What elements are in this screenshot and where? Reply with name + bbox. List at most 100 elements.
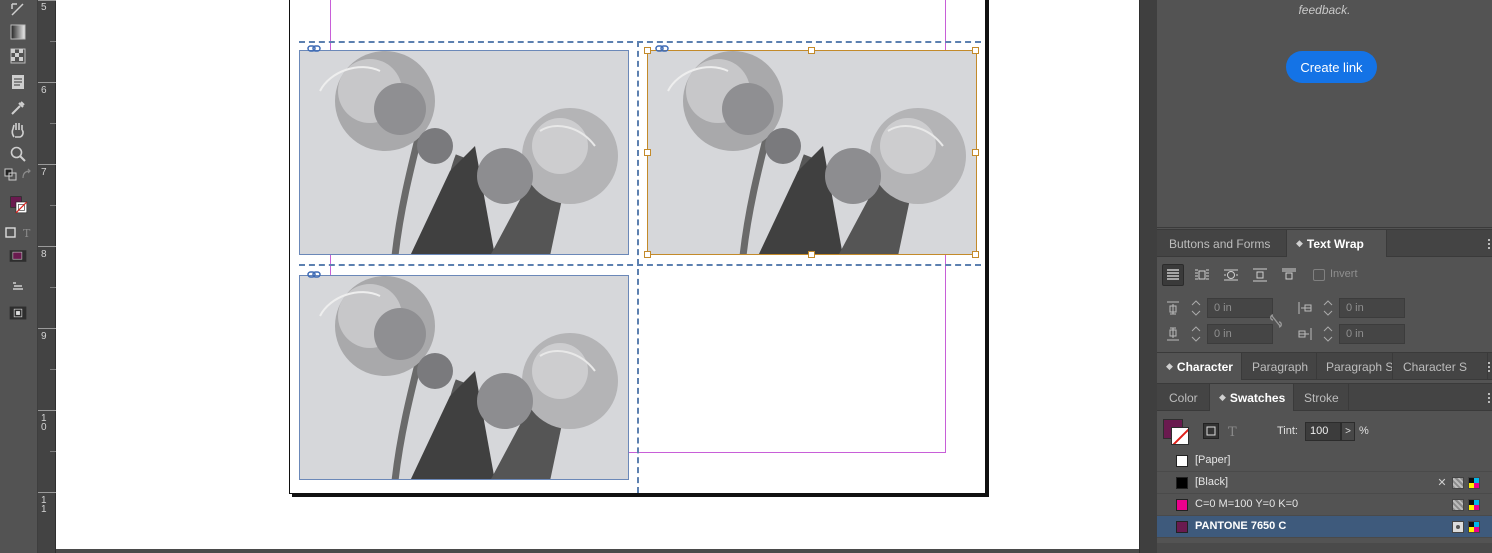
view-mode-icon[interactable]	[8, 276, 28, 296]
tab-paragraph[interactable]: Paragraph	[1242, 353, 1317, 380]
selection-handle[interactable]	[808, 251, 815, 258]
tint-input[interactable]: 100	[1305, 422, 1341, 441]
selection-handle[interactable]	[644, 47, 651, 54]
top-offset-icon	[1167, 301, 1179, 315]
link-chain-icon[interactable]	[307, 44, 321, 54]
grid-guide-horizontal	[299, 41, 981, 43]
top-offset-field[interactable]: 0 in	[1207, 298, 1273, 318]
jump-object-button[interactable]	[1249, 264, 1271, 286]
link-chain-icon[interactable]	[307, 270, 321, 280]
tab-buttons-and-forms[interactable]: Buttons and Forms	[1157, 230, 1287, 257]
horizontal-scrollbar[interactable]	[56, 549, 1139, 553]
tint-label: Tint:	[1277, 425, 1298, 437]
default-colors-icon[interactable]	[4, 168, 18, 182]
swatch-name: [Paper]	[1195, 454, 1231, 466]
stepper-icon[interactable]	[1321, 298, 1335, 318]
formatting-container-icon[interactable]	[4, 226, 18, 240]
frame-tool-icon[interactable]	[8, 0, 28, 20]
wrap-object-shape-button[interactable]	[1220, 264, 1242, 286]
fill-stroke-proxy[interactable]	[4, 190, 34, 220]
selection-handle[interactable]	[972, 47, 979, 54]
tab-paragraph-styles[interactable]: Paragraph S	[1317, 353, 1393, 380]
image-frame-bottom-left[interactable]	[299, 275, 629, 480]
tab-swatches[interactable]: ◆ Swatches	[1210, 384, 1294, 411]
tab-label: Swatches	[1229, 390, 1286, 405]
panel-menu-icon[interactable]	[1488, 362, 1490, 372]
swap-colors-icon[interactable]	[20, 168, 34, 182]
indesign-window: T 5 6 7 8 9 1 0 1 1 feedback. Create lin…	[0, 0, 1492, 553]
swatch-chip	[1176, 521, 1188, 533]
process-color-icon	[1452, 499, 1464, 511]
stepper-icon[interactable]	[1321, 324, 1335, 344]
grid-guide-horizontal	[299, 264, 981, 266]
zoom-tool-icon[interactable]	[8, 144, 28, 164]
invert-checkbox[interactable]	[1313, 269, 1325, 281]
stroke-swatch[interactable]	[1171, 427, 1189, 445]
swatch-row-paper[interactable]: [Paper]	[1157, 450, 1492, 472]
text-format-icon[interactable]: T	[1225, 423, 1241, 439]
unlink-chain-icon[interactable]	[1269, 313, 1283, 329]
swatch-chip	[1176, 499, 1188, 511]
invert-label: Invert	[1330, 268, 1358, 280]
bottom-offset-row: 0 in	[1165, 323, 1275, 345]
apply-color-button[interactable]	[4, 246, 32, 266]
gradient-feather-tool-icon[interactable]	[8, 46, 28, 66]
swatch-type-icons	[1452, 499, 1480, 511]
right-panels: feedback. Create link Buttons and Forms …	[1157, 0, 1492, 553]
swatch-name: [Black]	[1195, 476, 1229, 488]
no-wrap-icon	[1167, 269, 1179, 280]
image-frame-top-right[interactable]	[647, 50, 977, 255]
selection-handle[interactable]	[972, 149, 979, 156]
swatch-row-black[interactable]: [Black] ✕	[1157, 472, 1492, 494]
image-frame-top-left[interactable]	[299, 50, 629, 255]
left-offset-field[interactable]: 0 in	[1339, 298, 1405, 318]
bottom-offset-field[interactable]: 0 in	[1207, 324, 1273, 344]
tab-character-styles[interactable]: Character S	[1393, 353, 1488, 380]
eyedropper-tool-icon[interactable]	[8, 98, 28, 118]
left-offset-icon	[1298, 302, 1312, 314]
jump-column-icon	[1282, 268, 1296, 280]
tint-unit: %	[1359, 425, 1369, 437]
selection-handle[interactable]	[972, 251, 979, 258]
gradient-swatch-tool-icon[interactable]	[8, 22, 28, 42]
selection-handle[interactable]	[808, 47, 815, 54]
tab-stroke[interactable]: Stroke	[1294, 384, 1349, 411]
stepper-icon[interactable]	[1189, 298, 1203, 318]
container-format-icon[interactable]	[1203, 423, 1219, 439]
screen-mode-button[interactable]	[4, 302, 32, 324]
ruler-tick	[38, 410, 56, 411]
tint-slider-toggle[interactable]: >	[1341, 422, 1355, 441]
no-wrap-button[interactable]	[1162, 264, 1184, 286]
jump-to-next-column-button[interactable]	[1278, 264, 1300, 286]
right-offset-field[interactable]: 0 in	[1339, 324, 1405, 344]
formatting-text-icon[interactable]: T	[20, 226, 34, 240]
hand-tool-icon[interactable]	[8, 120, 28, 140]
bottom-offset-icon	[1167, 327, 1179, 341]
tab-character[interactable]: ◆ Character	[1157, 353, 1242, 380]
swatch-row-pantone-7650c[interactable]: PANTONE 7650 C	[1157, 516, 1492, 538]
tabbar-character-paragraph: ◆ Character Paragraph Paragraph S Charact…	[1157, 352, 1492, 380]
tab-color[interactable]: Color	[1157, 384, 1210, 411]
vertical-ruler[interactable]: 5 6 7 8 9 1 0 1 1	[38, 0, 56, 553]
swatch-row-magenta[interactable]: C=0 M=100 Y=0 K=0	[1157, 494, 1492, 516]
vertical-scrollbar[interactable]	[1139, 0, 1157, 553]
panel-menu-icon[interactable]	[1488, 239, 1490, 249]
wrap-bounding-box-button[interactable]	[1191, 264, 1213, 286]
swatches-panel-footer	[1157, 543, 1492, 553]
selection-handle[interactable]	[644, 149, 651, 156]
stepper-icon[interactable]	[1189, 324, 1203, 344]
create-link-button[interactable]: Create link	[1286, 51, 1377, 83]
process-color-icon	[1452, 477, 1464, 489]
jump-object-icon	[1253, 268, 1267, 282]
swatch-name: C=0 M=100 Y=0 K=0	[1195, 498, 1299, 510]
pasteboard[interactable]	[56, 0, 1139, 549]
link-chain-icon[interactable]	[655, 44, 669, 54]
tulip-image	[300, 51, 628, 254]
document-page[interactable]	[289, 0, 986, 494]
selection-handle[interactable]	[644, 251, 651, 258]
chevron-updown-icon: ◆	[1219, 392, 1226, 402]
panel-menu-icon[interactable]	[1488, 393, 1490, 403]
tab-text-wrap[interactable]: ◆ Text Wrap	[1287, 230, 1387, 257]
chevron-updown-icon: ◆	[1296, 238, 1303, 248]
note-tool-icon[interactable]	[8, 72, 28, 92]
